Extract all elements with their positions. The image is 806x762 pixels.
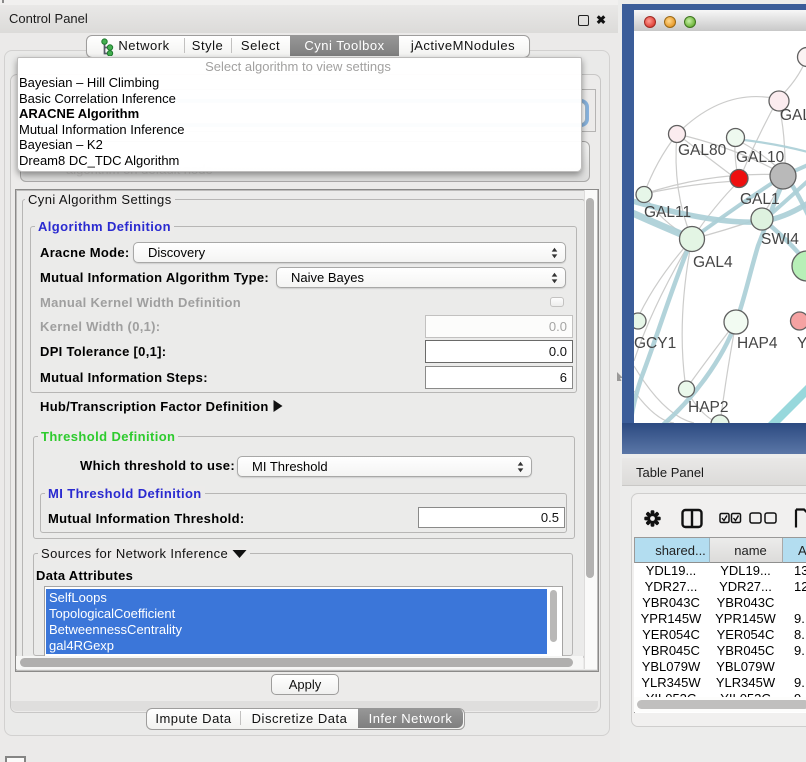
svg-text:GAL1: GAL1 [740, 191, 780, 208]
svg-text:GAL80: GAL80 [678, 142, 727, 159]
svg-text:Y: Y [797, 335, 806, 352]
svg-text:GAL10: GAL10 [736, 149, 785, 166]
svg-text:GCY1: GCY1 [634, 335, 676, 352]
svg-text:GAL7: GAL7 [780, 107, 806, 124]
svg-text:HAP4: HAP4 [737, 335, 778, 352]
svg-text:SWI4: SWI4 [761, 231, 799, 248]
svg-text:HAP2: HAP2 [688, 399, 729, 416]
svg-text:GAL11: GAL11 [644, 204, 691, 221]
svg-text:GAL4: GAL4 [693, 254, 733, 271]
